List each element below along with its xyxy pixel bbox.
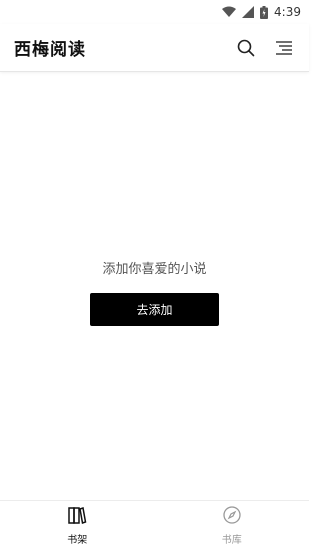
empty-state: 添加你喜爱的小说 去添加 bbox=[0, 258, 309, 326]
bookshelf-icon bbox=[67, 505, 87, 529]
status-bar: 4:39 bbox=[0, 0, 309, 24]
app-actions bbox=[235, 37, 295, 59]
nav-item-library[interactable]: 书库 bbox=[155, 501, 310, 550]
status-time: 4:39 bbox=[274, 5, 301, 19]
nav-label-bookshelf: 书架 bbox=[67, 535, 88, 546]
search-icon[interactable] bbox=[235, 37, 257, 59]
nav-label-library: 书库 bbox=[221, 535, 242, 546]
wifi-icon bbox=[222, 6, 237, 18]
nav-item-bookshelf[interactable]: 书架 bbox=[0, 501, 155, 550]
empty-message: 添加你喜爱的小说 bbox=[102, 262, 207, 277]
signal-icon bbox=[242, 6, 255, 18]
bottom-nav: 书架 书库 bbox=[0, 500, 309, 550]
app-title: 西梅阅读 bbox=[14, 40, 86, 60]
compass-icon bbox=[222, 505, 242, 529]
menu-icon[interactable] bbox=[273, 37, 295, 59]
app-bar: 西梅阅读 bbox=[0, 24, 309, 72]
battery-icon bbox=[260, 5, 269, 19]
add-novel-button[interactable]: 去添加 bbox=[90, 293, 219, 326]
